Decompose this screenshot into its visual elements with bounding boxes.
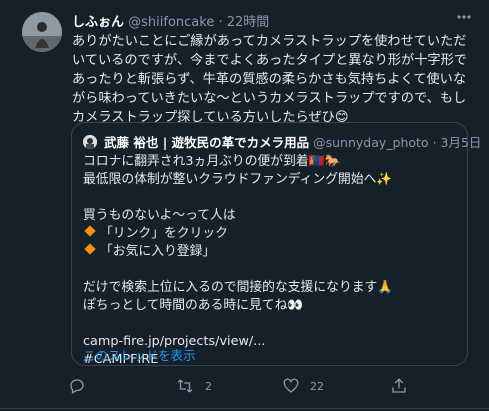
separator-dot: ·: [218, 15, 223, 30]
orange-diamond-icon: [84, 243, 96, 255]
quoted-line: 最低限の体制が整いクラウドファンディング開始へ✨: [83, 172, 393, 187]
quoted-line: 「お気に入り登録」: [100, 244, 216, 259]
quoted-blank-line: [83, 315, 463, 333]
more-icon[interactable]: [453, 9, 475, 25]
show-thread-link[interactable]: このスレッドを表示: [83, 345, 196, 364]
user-handle[interactable]: @shiifoncake: [128, 15, 214, 30]
quoted-blank-line: [83, 189, 463, 207]
quoted-tweet-header: 武藤 裕也 | 遊牧民の革でカメラ用品 @sunnyday_photo · 3月…: [83, 132, 481, 151]
quoted-separator-dot: ·: [432, 135, 437, 150]
quoted-tweet-text: コロナに翻弄され3ヵ月ぶりの便が到着🇲🇳🐎 最低限の体制が整いクラウドファンディ…: [83, 153, 463, 369]
avatar[interactable]: [22, 12, 62, 52]
like-count: 22: [310, 379, 324, 393]
tweet-actions: 2 22: [60, 376, 480, 398]
quoted-bullet-line: 「リンク」をクリック: [83, 225, 463, 243]
quoted-date: 3月5日: [440, 135, 482, 150]
quoted-display-name: 武藤 裕也 | 遊牧民の革でカメラ用品: [103, 135, 310, 150]
retweet-button[interactable]: 2: [175, 376, 212, 396]
quoted-tweet[interactable]: 武藤 裕也 | 遊牧民の革でカメラ用品 @sunnyday_photo · 3月…: [71, 122, 481, 369]
orange-diamond-icon: [84, 225, 96, 237]
quoted-line: ぽちっとして時間のある時に見てね👀: [83, 298, 304, 313]
heart-icon: [283, 378, 299, 393]
more-dots-icon: [457, 15, 471, 19]
quoted-blank-line: [83, 261, 463, 279]
quoted-bullet-line: 「お気に入り登録」: [83, 243, 463, 261]
reply-icon: [70, 379, 84, 394]
quoted-avatar: [83, 135, 97, 149]
tweet-timestamp[interactable]: 22時間: [227, 15, 270, 30]
tweet-header: しふぉん @shiifoncake · 22時間: [72, 11, 269, 30]
retweet-icon: [177, 379, 193, 393]
quoted-handle: @sunnyday_photo: [313, 135, 429, 150]
tweet-divider: [0, 408, 489, 409]
retweet-count: 2: [205, 379, 212, 393]
display-name[interactable]: しふぉん: [72, 15, 124, 30]
quoted-line: だけで検索上位に入るので間接的な支援になります🙏: [83, 280, 394, 295]
avatar-image: [22, 12, 62, 52]
quoted-line: 「リンク」をクリック: [100, 226, 228, 241]
quoted-line: 買うものないよ～って人は: [83, 208, 236, 223]
tweet[interactable]: しふぉん @shiifoncake · 22時間 ありがたいことにご縁があってカ…: [0, 0, 489, 411]
share-button[interactable]: [390, 376, 418, 396]
quoted-line: コロナに翻弄され3ヵ月ぶりの便が到着🇲🇳🐎: [83, 154, 341, 169]
reply-button[interactable]: [68, 376, 96, 396]
quoted-avatar-image: [83, 135, 97, 149]
share-icon: [392, 378, 406, 393]
tweet-text: ありがたいことにご縁があってカメラストラップを使わせていただいているのですが、今…: [72, 34, 467, 125]
like-button[interactable]: 22: [282, 376, 324, 396]
